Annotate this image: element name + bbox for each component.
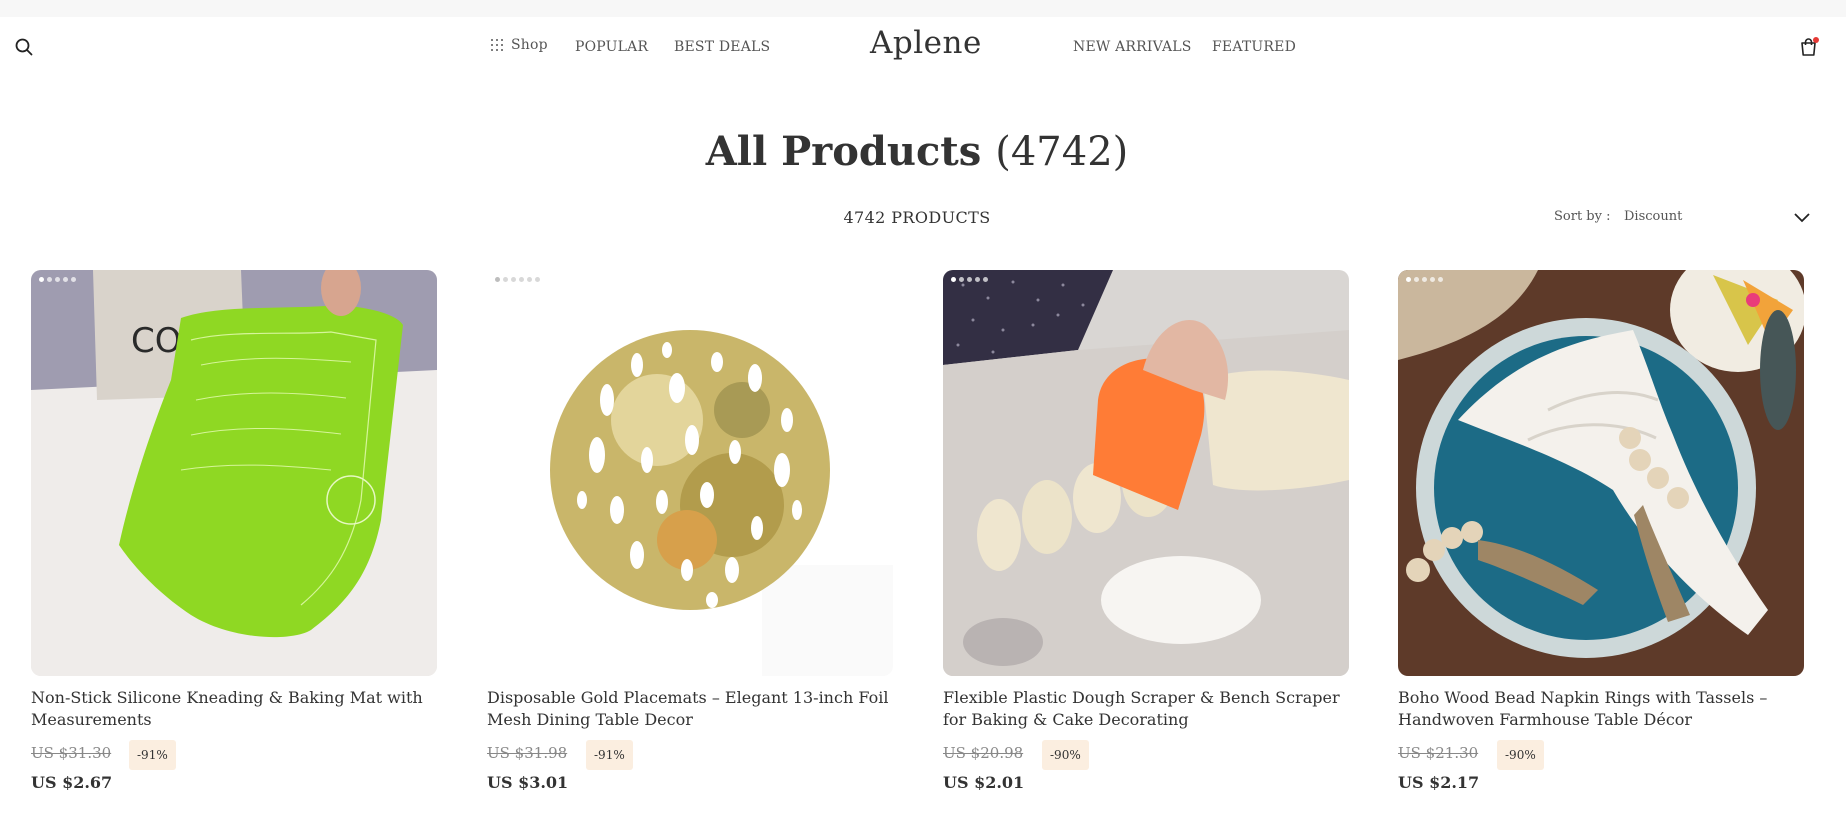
image-carousel-dots[interactable] [1406,277,1443,282]
product-old-price: US $20.98 [943,744,1024,762]
product-image[interactable] [487,270,893,676]
product-image[interactable] [943,270,1349,676]
site-logo[interactable]: Aplene [870,25,982,61]
silicone-mat-photo: COOKIN [31,270,437,676]
product-title[interactable]: Disposable Gold Placemats – Elegant 13-i… [487,687,893,731]
dough-scraper-photo [943,270,1349,676]
product-price: US $2.17 [1398,773,1480,792]
chevron-down-icon[interactable] [1793,212,1811,224]
image-carousel-dots[interactable] [951,277,988,282]
image-carousel-dots[interactable] [495,277,540,282]
discount-badge: -91% [129,740,176,770]
nav-featured[interactable]: FEATURED [1212,39,1296,55]
grid-icon [491,39,503,51]
image-carousel-dots[interactable] [39,277,76,282]
product-card: Flexible Plastic Dough Scraper & Bench S… [943,270,1349,822]
product-price: US $2.01 [943,773,1025,792]
discount-badge: -91% [586,740,633,770]
product-price: US $3.01 [487,773,569,792]
discount-badge: -90% [1042,740,1089,770]
product-image[interactable]: COOKIN [31,270,437,676]
product-price: US $2.67 [31,773,113,792]
search-icon [15,38,33,56]
cart-button[interactable] [1797,35,1821,59]
nav-shop[interactable]: Shop [491,37,548,53]
product-card: COOKIN Non-Stick Silicone Kneading & Bak… [31,270,437,822]
site-header: Shop POPULAR BEST DEALS Aplene NEW ARRIV… [0,17,1846,77]
product-card: Disposable Gold Placemats – Elegant 13-i… [487,270,893,822]
discount-badge: -90% [1497,740,1544,770]
nav-best-deals[interactable]: BEST DEALS [674,39,770,55]
product-title[interactable]: Boho Wood Bead Napkin Rings with Tassels… [1398,687,1804,731]
nav-new-arrivals[interactable]: NEW ARRIVALS [1073,39,1192,55]
product-old-price: US $31.30 [31,744,112,762]
top-strip [0,0,1846,17]
page-title-text: All Products [705,128,982,175]
cart-notification-dot [1813,37,1819,43]
page-title: All Products (4742) [0,128,1834,175]
nav-popular[interactable]: POPULAR [575,39,648,55]
nav-shop-label: Shop [511,37,548,53]
gold-placemat-photo [487,270,893,676]
product-image[interactable] [1398,270,1804,676]
product-old-price: US $31.98 [487,744,568,762]
sort-select[interactable]: Discount [1624,209,1682,224]
product-title[interactable]: Non-Stick Silicone Kneading & Baking Mat… [31,687,437,731]
product-card: Boho Wood Bead Napkin Rings with Tassels… [1398,270,1804,822]
product-old-price: US $21.30 [1398,744,1479,762]
page-title-count: (4742) [995,129,1129,175]
product-title[interactable]: Flexible Plastic Dough Scraper & Bench S… [943,687,1349,731]
napkin-rings-photo [1398,270,1804,676]
sort-label: Sort by : [1554,209,1611,224]
search-button[interactable] [13,36,35,58]
